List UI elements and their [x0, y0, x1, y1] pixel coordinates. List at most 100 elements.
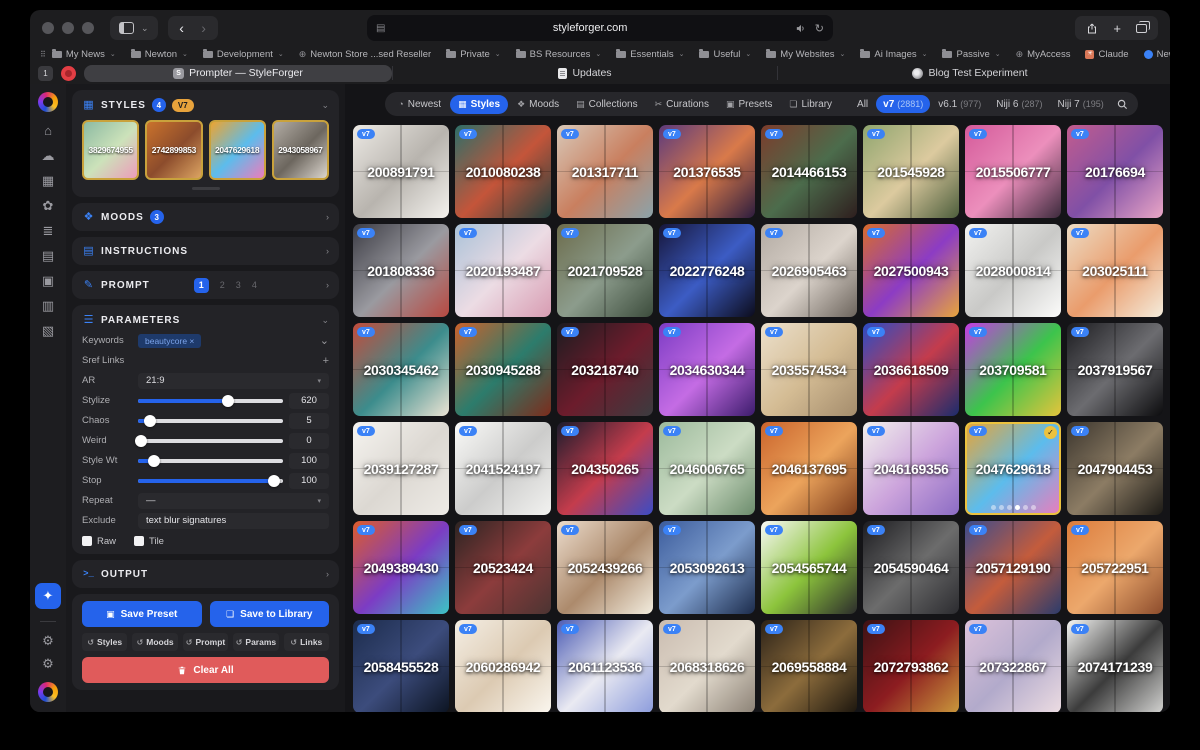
- style-tile-2060286942[interactable]: v72060286942: [455, 620, 551, 712]
- reset-params-button[interactable]: ↺Params: [233, 633, 278, 651]
- weird-slider[interactable]: [138, 434, 283, 447]
- home-icon[interactable]: ⌂: [38, 124, 58, 137]
- styles-header[interactable]: ▦ STYLES 4 V7 ⌄: [82, 97, 329, 113]
- bookmark-passive[interactable]: Passive⌄: [942, 49, 1000, 60]
- reset-moods-button[interactable]: ↺Moods: [132, 633, 177, 651]
- style-tile-2047904453[interactable]: v72047904453: [1067, 422, 1163, 515]
- style-tile-2027500943[interactable]: v72027500943: [863, 224, 959, 317]
- style-tile-2035574534[interactable]: v72035574534: [761, 323, 857, 416]
- tab-updates[interactable]: Updates: [392, 66, 777, 80]
- tab-presets[interactable]: ▣Presets: [718, 95, 780, 114]
- style-tile-2041524197[interactable]: v72041524197: [455, 422, 551, 515]
- style-thumb-2742899853[interactable]: 2742899853: [145, 120, 202, 180]
- bookmark-newton-mosyle[interactable]: Newton Mosyle: [1144, 49, 1170, 60]
- style-tile-2053092613[interactable]: v72053092613: [659, 521, 755, 614]
- style-tile-2068318626[interactable]: v72068318626: [659, 620, 755, 712]
- filter-v7[interactable]: v7(2881): [876, 95, 930, 113]
- stop-value[interactable]: 100: [289, 473, 329, 489]
- folder-icon[interactable]: ▤: [38, 249, 58, 262]
- favorites-grid-icon[interactable]: ⠿: [40, 50, 46, 59]
- chevron-right-icon[interactable]: ›: [326, 246, 329, 256]
- style-tile-200891791[interactable]: v7200891791: [353, 125, 449, 218]
- chevron-down-icon[interactable]: ⌄: [320, 334, 329, 347]
- bookmark-myaccess[interactable]: ⊕MyAccess: [1016, 49, 1071, 60]
- tile-checkbox[interactable]: Tile: [134, 535, 164, 547]
- save-icon[interactable]: ▣: [38, 274, 58, 287]
- style-tile-207322867[interactable]: v7207322867: [965, 620, 1061, 712]
- tab-overview-icon[interactable]: [1136, 24, 1147, 33]
- carousel-dot[interactable]: [999, 505, 1004, 510]
- palette-icon[interactable]: ✿: [38, 199, 58, 212]
- tab-styles[interactable]: ▦Styles: [450, 95, 508, 114]
- prompt-page-1[interactable]: 1: [194, 278, 209, 293]
- style-tile-2039127287[interactable]: v72039127287: [353, 422, 449, 515]
- filter-all[interactable]: All: [850, 95, 875, 113]
- tab-collections[interactable]: ▤Collections: [568, 95, 645, 114]
- style-tile-2030945288[interactable]: v72030945288: [455, 323, 551, 416]
- filter-v6-1[interactable]: v6.1(977): [931, 95, 988, 113]
- style-tile-2069558884[interactable]: v72069558884: [761, 620, 857, 712]
- url-bar[interactable]: ▤ styleforger.com ↻: [367, 15, 833, 41]
- style-tile-2057129190[interactable]: v72057129190: [965, 521, 1061, 614]
- upload-icon[interactable]: ☁: [38, 149, 58, 162]
- style-tile-2046169356[interactable]: v72046169356: [863, 422, 959, 515]
- style-wt-value[interactable]: 100: [289, 453, 329, 469]
- bookmark-ai-images[interactable]: Ai Images⌄: [860, 49, 927, 60]
- style-tile-2034630344[interactable]: v72034630344: [659, 323, 755, 416]
- sidebar-toggle-button[interactable]: ⌄: [110, 16, 158, 40]
- slider-thumb[interactable]: [144, 415, 156, 427]
- magic-tool-button[interactable]: ✦: [35, 583, 61, 609]
- minimize-button[interactable]: [62, 22, 74, 34]
- output-section[interactable]: >_ OUTPUT ›: [72, 560, 339, 588]
- style-tile-2026905463[interactable]: v72026905463: [761, 224, 857, 317]
- tab-prompter[interactable]: S Prompter — StyleForger: [84, 65, 392, 82]
- raw-checkbox[interactable]: Raw: [82, 535, 116, 547]
- style-tile-2074171239[interactable]: v72074171239: [1067, 620, 1163, 712]
- carousel-dot[interactable]: [1023, 505, 1028, 510]
- style-tile-2046137695[interactable]: v72046137695: [761, 422, 857, 515]
- carousel-dot[interactable]: [991, 505, 996, 510]
- keyword-chip[interactable]: beautycore ×: [138, 334, 201, 348]
- prompt-page-4[interactable]: 4: [252, 280, 257, 290]
- exclude-input[interactable]: text blur signatures: [138, 513, 329, 529]
- new-tab-button[interactable]: +: [1113, 21, 1121, 36]
- tab-moods[interactable]: ❖Moods: [509, 95, 567, 114]
- back-button[interactable]: ‹: [171, 17, 193, 39]
- tab-curations[interactable]: ✂Curations: [647, 95, 717, 114]
- carousel-dot[interactable]: [1007, 505, 1012, 510]
- style-tile-205722951[interactable]: v7205722951: [1067, 521, 1163, 614]
- clear-all-button[interactable]: Clear All: [82, 657, 329, 683]
- style-tile-2061123536[interactable]: v72061123536: [557, 620, 653, 712]
- style-tile-2037919567[interactable]: v72037919567: [1067, 323, 1163, 416]
- style-tile-201376535[interactable]: v7201376535: [659, 125, 755, 218]
- bookmark-newton-store-sed-reseller[interactable]: ⊕Newton Store ...sed Reseller: [299, 49, 431, 60]
- close-button[interactable]: [42, 22, 54, 34]
- style-tile-2015506777[interactable]: v72015506777: [965, 125, 1061, 218]
- style-thumb-3829674955[interactable]: 3829674955: [82, 120, 139, 180]
- style-tile-2028000814[interactable]: v72028000814: [965, 224, 1061, 317]
- zoom-button[interactable]: [82, 22, 94, 34]
- share-icon[interactable]: [1086, 22, 1098, 35]
- chevron-right-icon[interactable]: ›: [326, 212, 329, 222]
- reload-icon[interactable]: ↻: [815, 22, 824, 35]
- filter-niji-6[interactable]: Niji 6(287): [989, 95, 1049, 113]
- tab-library[interactable]: ❏Library: [781, 95, 840, 114]
- bookmark-development[interactable]: Development⌄: [203, 49, 284, 60]
- style-tile-2046006765[interactable]: v72046006765: [659, 422, 755, 515]
- style-tile-203709581[interactable]: v7203709581: [965, 323, 1061, 416]
- slider-thumb[interactable]: [148, 455, 160, 467]
- bookmark-essentials[interactable]: Essentials⌄: [616, 49, 684, 60]
- stylize-slider[interactable]: [138, 394, 283, 407]
- style-tile-2058455528[interactable]: v72058455528: [353, 620, 449, 712]
- search-button[interactable]: [1112, 99, 1133, 110]
- chevron-right-icon[interactable]: ›: [326, 280, 329, 290]
- chevron-down-icon[interactable]: ⌄: [321, 100, 329, 111]
- style-tile-2047629618[interactable]: v72047629618✓: [965, 422, 1061, 515]
- style-tile-203218740[interactable]: v7203218740: [557, 323, 653, 416]
- style-tile-201545928[interactable]: v7201545928: [863, 125, 959, 218]
- chaos-slider[interactable]: [138, 414, 283, 427]
- chaos-value[interactable]: 5: [289, 413, 329, 429]
- style-tile-20523424[interactable]: v720523424: [455, 521, 551, 614]
- style-tile-203025111[interactable]: v7203025111: [1067, 224, 1163, 317]
- prompt-page-3[interactable]: 3: [236, 280, 241, 290]
